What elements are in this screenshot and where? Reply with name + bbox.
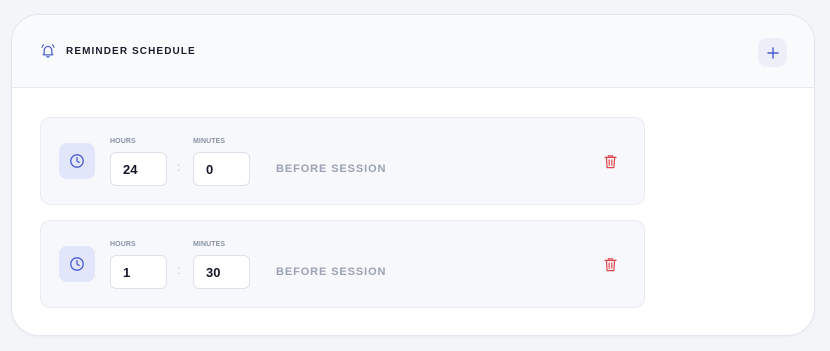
card-header: REMINDER SCHEDULE [12, 15, 814, 88]
reminder-schedule-card: REMINDER SCHEDULE HOURS MINUTES : BEFORE… [11, 14, 815, 336]
clock-icon [59, 246, 95, 282]
reminder-row: HOURS MINUTES : BEFORE SESSION [40, 220, 645, 308]
hours-input[interactable] [110, 152, 167, 186]
minutes-input[interactable] [193, 255, 250, 289]
time-separator: : [177, 160, 181, 174]
delete-reminder-button[interactable] [602, 255, 618, 273]
before-session-label: BEFORE SESSION [276, 266, 387, 278]
before-session-label: BEFORE SESSION [276, 163, 387, 175]
hours-input[interactable] [110, 255, 167, 289]
time-separator: : [177, 263, 181, 277]
hours-label: HOURS [110, 241, 136, 248]
minutes-label: MINUTES [193, 138, 226, 145]
trash-icon [603, 257, 617, 271]
add-reminder-button[interactable] [758, 38, 787, 67]
card-title: REMINDER SCHEDULE [66, 46, 196, 57]
reminder-row: HOURS MINUTES : BEFORE SESSION [40, 117, 645, 205]
hours-label: HOURS [110, 138, 136, 145]
clock-icon [59, 143, 95, 179]
delete-reminder-button[interactable] [602, 152, 618, 170]
plus-icon [766, 46, 779, 59]
minutes-label: MINUTES [193, 241, 226, 248]
trash-icon [603, 154, 617, 168]
minutes-input[interactable] [193, 152, 250, 186]
bell-icon [40, 43, 56, 59]
